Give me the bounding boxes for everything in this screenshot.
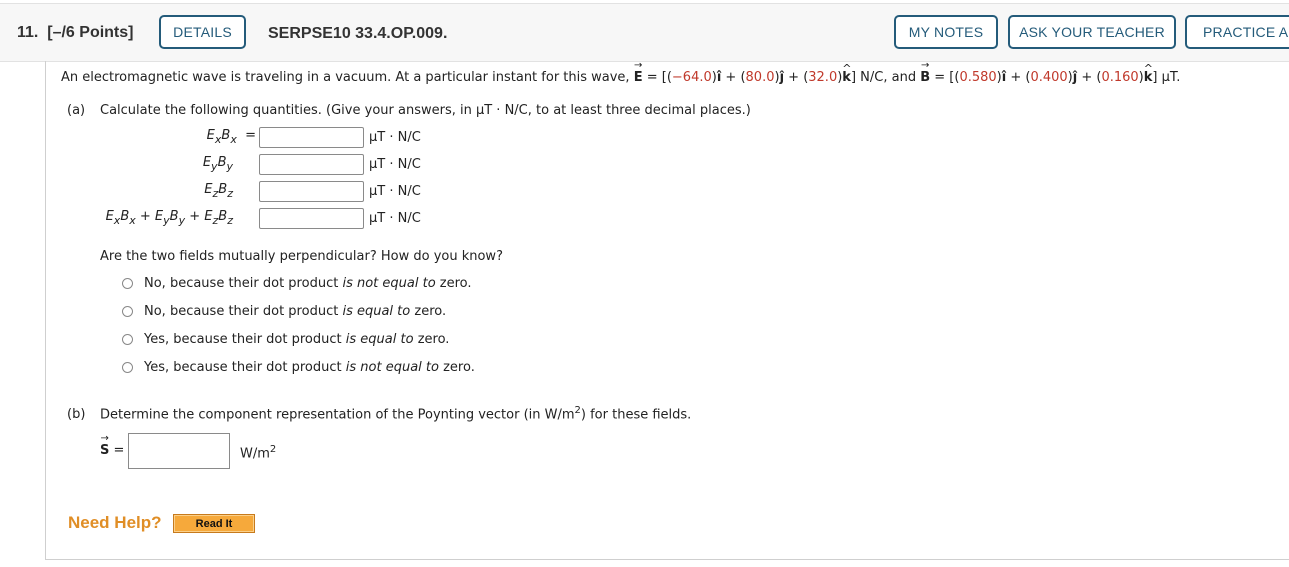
b-z-value: 0.160 (1101, 70, 1139, 85)
ezbz-label: EzBz (204, 182, 233, 200)
dot-product-label: ExBx + EyBy + EzBz (105, 209, 233, 227)
perpendicular-question: Are the two fields mutually perpendicula… (100, 249, 503, 264)
e-y-value: 80.0 (745, 70, 775, 85)
question-body: An electromagnetic wave is traveling in … (45, 60, 1289, 560)
e-x-value: −64.0 (671, 70, 712, 85)
eyby-unit: μT · N/C (369, 157, 421, 172)
part-b-instruction: (b) Determine the component representatio… (67, 405, 692, 423)
problem-statement: An electromagnetic wave is traveling in … (61, 60, 1180, 85)
radio-button[interactable] (122, 362, 133, 373)
exbx-label: ExBx = (206, 128, 256, 146)
my-notes-button[interactable]: MY NOTES (894, 15, 998, 49)
need-help-label: Need Help? (68, 513, 162, 532)
part-a-instruction: (a) Calculate the following quantities. (… (67, 103, 751, 118)
option-no-not-equal[interactable]: No, because their dot product is not equ… (122, 276, 472, 291)
b-y-value: 0.400 (1030, 70, 1068, 85)
dot-product-input[interactable] (259, 208, 364, 229)
ask-your-teacher-button[interactable]: ASK YOUR TEACHER (1008, 15, 1176, 49)
eyby-row: EyBy (46, 155, 233, 175)
dot-product-row: ExBx + EyBy + EzBz (46, 209, 233, 229)
eyby-input[interactable] (259, 154, 364, 175)
s-vector-symbol: S (100, 433, 110, 458)
question-number-points: 11. [–/6 Points] (17, 24, 134, 41)
radio-button[interactable] (122, 278, 133, 289)
poynting-vector-input[interactable] (128, 433, 230, 469)
part-b-label: (b) (67, 407, 86, 423)
exbx-row: ExBx = (46, 128, 256, 148)
poynting-label: S = (100, 433, 124, 458)
option-yes-equal[interactable]: Yes, because their dot product is equal … (122, 332, 449, 347)
practice-another-button[interactable]: PRACTICE ANOTHER (1185, 15, 1289, 49)
radio-button[interactable] (122, 334, 133, 345)
ezbz-unit: μT · N/C (369, 184, 421, 199)
question-id: SERPSE10 33.4.OP.009. (268, 25, 448, 42)
e-vector-symbol: E (634, 60, 643, 85)
eyby-label: EyBy (202, 155, 233, 173)
poynting-unit: W/m2 (240, 444, 277, 462)
read-it-button[interactable]: Read It (173, 514, 255, 533)
details-button[interactable]: DETAILS (159, 15, 246, 49)
e-z-value: 32.0 (808, 70, 838, 85)
radio-button[interactable] (122, 306, 133, 317)
points-label: [–/6 Points] (47, 24, 134, 41)
option-yes-not-equal[interactable]: Yes, because their dot product is not eq… (122, 360, 475, 375)
exbx-input[interactable] (259, 127, 364, 148)
option-no-equal[interactable]: No, because their dot product is equal t… (122, 304, 446, 319)
question-header: 11. [–/6 Points] DETAILS SERPSE10 33.4.O… (0, 3, 1289, 62)
dot-product-unit: μT · N/C (369, 211, 421, 226)
ezbz-row: EzBz (46, 182, 233, 202)
exbx-unit: μT · N/C (369, 130, 421, 145)
part-a-label: (a) (67, 103, 86, 118)
b-x-value: 0.580 (959, 70, 997, 85)
b-vector-symbol: B (920, 60, 930, 85)
ezbz-input[interactable] (259, 181, 364, 202)
